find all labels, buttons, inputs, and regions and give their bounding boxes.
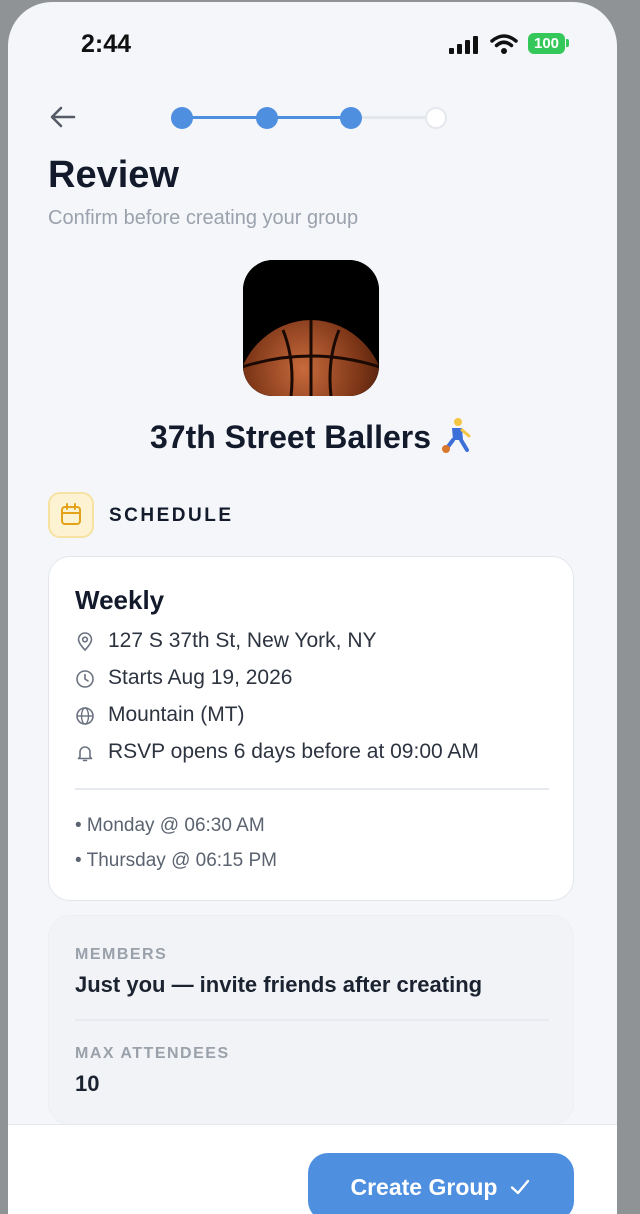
phone-screen: 2:44 100 Review Confirm before creating … <box>8 2 617 1214</box>
group-name-row: 37th Street Ballers <box>8 416 617 456</box>
schedule-card: Weekly 127 S 37th St, New York, NY Start… <box>48 556 574 901</box>
group-photo <box>243 260 379 396</box>
schedule-day-thursday: • Thursday @ 06:15 PM <box>75 850 277 871</box>
back-arrow-icon[interactable] <box>48 102 78 132</box>
stepper-dot <box>255 107 278 129</box>
globe-icon <box>76 707 94 725</box>
details-divider <box>75 1019 549 1021</box>
schedule-frequency: Weekly <box>75 585 165 615</box>
schedule-section-label: SCHEDULE <box>109 505 234 526</box>
group-details-card: MEMBERS Just you — invite friends after … <box>48 915 574 1125</box>
clock-icon <box>76 670 94 688</box>
checkmark-icon <box>511 1179 530 1195</box>
create-group-label: Create Group <box>350 1173 498 1200</box>
footer-bar: Create Group <box>8 1124 617 1214</box>
progress-stepper <box>171 104 461 132</box>
stepper-dot <box>340 107 362 129</box>
status-bar: 2:44 100 <box>8 2 617 82</box>
page-title: Review <box>48 154 179 196</box>
members-value: Just you — invite friends after creating <box>75 972 483 997</box>
schedule-location: 127 S 37th St, New York, NY <box>108 629 377 652</box>
members-label: MEMBERS <box>75 946 168 963</box>
schedule-rsvp: RSVP opens 6 days before at 09:00 AM <box>108 740 479 763</box>
basketball-icon <box>243 260 379 396</box>
schedule-divider <box>75 788 549 790</box>
calendar-icon <box>48 492 94 538</box>
stepper-dot <box>424 107 447 129</box>
person-bouncing-ball-emoji-icon <box>442 418 471 453</box>
cellular-signal-icon <box>449 36 478 54</box>
max-attendees-value: 10 <box>75 1071 100 1096</box>
max-attendees-label: MAX ATTENDEES <box>75 1045 230 1062</box>
create-group-button[interactable]: Create Group <box>308 1153 574 1214</box>
schedule-timezone: Mountain (MT) <box>108 703 245 726</box>
stepper-dot <box>171 107 193 129</box>
status-time: 2:44 <box>81 30 132 58</box>
stepper-segment <box>182 116 267 119</box>
page-subtitle: Confirm before creating your group <box>48 207 359 229</box>
battery-indicator: 100 <box>528 33 565 54</box>
map-pin-icon <box>77 632 93 652</box>
bell-icon <box>77 746 93 762</box>
group-name: 37th Street Ballers <box>149 419 431 455</box>
battery-tip <box>566 39 569 47</box>
wifi-icon <box>490 34 518 54</box>
stepper-segment <box>351 116 436 119</box>
schedule-day-monday: • Monday @ 06:30 AM <box>75 815 265 836</box>
schedule-start-date: Starts Aug 19, 2026 <box>108 666 293 689</box>
stepper-segment <box>266 116 351 119</box>
